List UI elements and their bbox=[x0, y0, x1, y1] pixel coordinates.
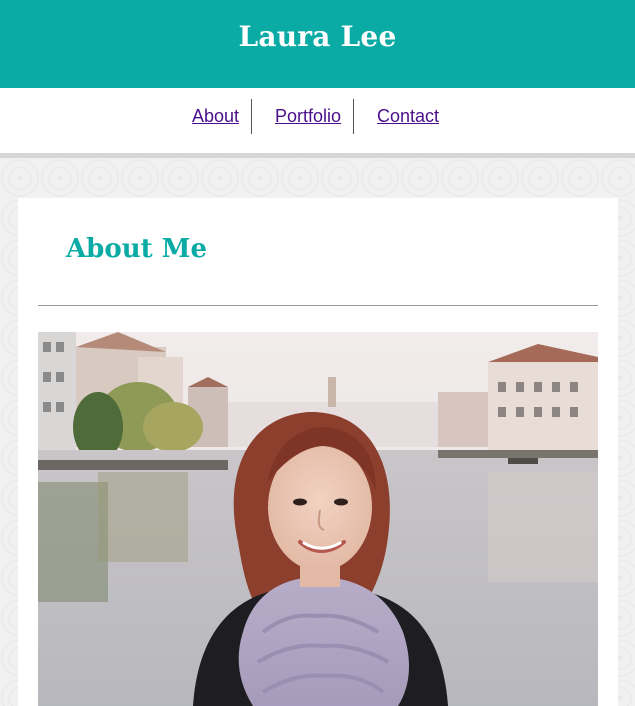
main-nav: About Portfolio Contact bbox=[0, 88, 635, 153]
section-divider bbox=[38, 305, 598, 306]
nav-divider bbox=[353, 99, 354, 134]
nav-divider bbox=[251, 99, 252, 134]
about-card: About Me bbox=[18, 198, 618, 706]
nav-list: About Portfolio Contact bbox=[0, 88, 635, 153]
nav-item-portfolio: Portfolio bbox=[275, 99, 341, 134]
nav-link-contact[interactable]: Contact bbox=[377, 106, 439, 127]
nav-link-portfolio[interactable]: Portfolio bbox=[275, 106, 341, 127]
site-header: Laura Lee bbox=[0, 0, 635, 88]
nav-item-contact: Contact bbox=[377, 99, 439, 134]
section-heading: About Me bbox=[66, 234, 207, 264]
nav-item-about: About bbox=[192, 99, 239, 134]
nav-link-about[interactable]: About bbox=[192, 106, 239, 127]
site-title: Laura Lee bbox=[238, 19, 397, 53]
portrait-photo bbox=[38, 332, 598, 706]
